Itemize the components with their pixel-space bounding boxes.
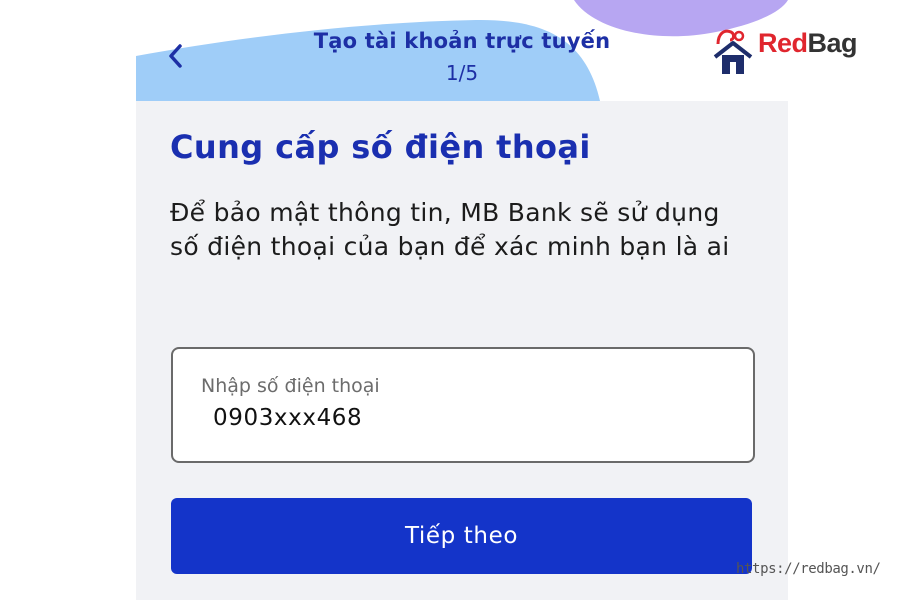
page-title: Cung cấp số điện thoại [170,128,591,166]
next-button[interactable]: Tiếp theo [171,498,752,574]
header-title: Tạo tài khoản trực tuyến [313,29,611,53]
app-header: Tạo tài khoản trực tuyến 1/5 [136,0,788,101]
redbag-house-icon [713,29,753,74]
watermark-url: https://redbag.vn/ [736,561,881,577]
mobile-screen: Tạo tài khoản trực tuyến 1/5 Cung cấp số… [136,0,788,600]
description-text: Để bảo mật thông tin, MB Bank sẽ sử dụng… [170,198,730,261]
redbag-logo: RedBag [712,24,872,78]
phone-number-value[interactable]: 0903xxx468 [213,405,362,431]
phone-number-field[interactable]: Nhập số điện thoại 0903xxx468 [171,347,755,463]
step-indicator: 1/5 [445,61,479,85]
redbag-logo-text: RedBag [758,28,858,58]
phone-number-label: Nhập số điện thoại [201,375,380,397]
